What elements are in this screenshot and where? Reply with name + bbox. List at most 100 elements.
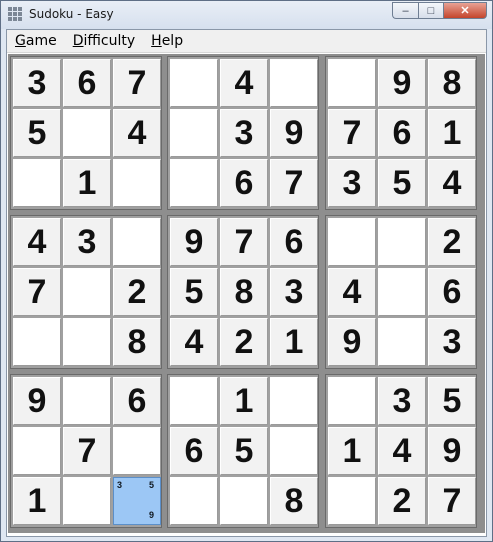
cell-r7c9[interactable]: 5: [428, 377, 476, 425]
cell-r8c4[interactable]: 6: [170, 427, 218, 475]
cell-r2c9[interactable]: 1: [428, 109, 476, 157]
cell-r9c9[interactable]: 7: [428, 477, 476, 525]
cell-r1c6[interactable]: [270, 59, 318, 107]
cell-value: 7: [127, 63, 147, 102]
cell-r6c7[interactable]: 9: [328, 318, 376, 366]
cell-value: 9: [284, 113, 304, 152]
cell-r8c5[interactable]: 5: [220, 427, 268, 475]
cell-r9c5[interactable]: [220, 477, 268, 525]
cell-r4c8[interactable]: [378, 218, 426, 266]
cell-r2c6[interactable]: 9: [270, 109, 318, 157]
cell-value: 1: [234, 381, 254, 420]
cell-r2c3[interactable]: 4: [113, 109, 161, 157]
cell-r4c4[interactable]: 9: [170, 218, 218, 266]
cell-r2c2[interactable]: [63, 109, 111, 157]
menu-difficulty[interactable]: Difficulty: [65, 30, 143, 52]
cell-r9c3[interactable]: 3 5 9: [113, 477, 161, 525]
cell-r6c2[interactable]: [63, 318, 111, 366]
cell-r2c5[interactable]: 3: [220, 109, 268, 157]
cell-r2c4[interactable]: [170, 109, 218, 157]
cell-r4c7[interactable]: [328, 218, 376, 266]
cell-r5c4[interactable]: 5: [170, 268, 218, 316]
cell-r1c2[interactable]: 6: [63, 59, 111, 107]
cell-r6c6[interactable]: 1: [270, 318, 318, 366]
pencil-mark: 9: [149, 510, 155, 520]
cell-r8c1[interactable]: [13, 427, 61, 475]
cell-r8c8[interactable]: 4: [378, 427, 426, 475]
cell-r4c9[interactable]: 2: [428, 218, 476, 266]
minimize-button[interactable]: –: [392, 2, 418, 19]
close-button[interactable]: ✕: [443, 2, 487, 19]
sudoku-box-1: 367 5 41: [10, 56, 162, 210]
cell-r9c2[interactable]: [63, 477, 111, 525]
cell-r1c8[interactable]: 9: [378, 59, 426, 107]
cell-value: 7: [234, 222, 254, 261]
cell-r4c1[interactable]: 4: [13, 218, 61, 266]
cell-r3c6[interactable]: 7: [270, 159, 318, 207]
cell-r7c6[interactable]: [270, 377, 318, 425]
sudoku-grid-icon[interactable]: [8, 7, 22, 21]
cell-r7c3[interactable]: 6: [113, 377, 161, 425]
cell-r1c5[interactable]: 4: [220, 59, 268, 107]
cell-r7c7[interactable]: [328, 377, 376, 425]
cell-r1c7[interactable]: [328, 59, 376, 107]
cell-r9c7[interactable]: [328, 477, 376, 525]
cell-r1c9[interactable]: 8: [428, 59, 476, 107]
cell-r2c1[interactable]: 5: [13, 109, 61, 157]
cell-r5c6[interactable]: 3: [270, 268, 318, 316]
cell-r4c6[interactable]: 6: [270, 218, 318, 266]
cell-r4c5[interactable]: 7: [220, 218, 268, 266]
menu-game[interactable]: Game: [7, 30, 65, 52]
cell-r8c9[interactable]: 9: [428, 427, 476, 475]
cell-r5c5[interactable]: 8: [220, 268, 268, 316]
cell-r3c9[interactable]: 4: [428, 159, 476, 207]
cell-r3c2[interactable]: 1: [63, 159, 111, 207]
cell-r8c3[interactable]: [113, 427, 161, 475]
cell-r5c7[interactable]: 4: [328, 268, 376, 316]
maximize-icon: □: [427, 4, 435, 17]
cell-r2c8[interactable]: 6: [378, 109, 426, 157]
cell-r6c8[interactable]: [378, 318, 426, 366]
cell-r6c1[interactable]: [13, 318, 61, 366]
cell-r1c4[interactable]: [170, 59, 218, 107]
cell-r1c1[interactable]: 3: [13, 59, 61, 107]
cell-r7c1[interactable]: 9: [13, 377, 61, 425]
cell-r9c1[interactable]: 1: [13, 477, 61, 525]
cell-r3c5[interactable]: 6: [220, 159, 268, 207]
cell-r3c3[interactable]: [113, 159, 161, 207]
cell-r2c7[interactable]: 7: [328, 109, 376, 157]
cell-r5c1[interactable]: 7: [13, 268, 61, 316]
cell-r5c3[interactable]: 2: [113, 268, 161, 316]
cell-r4c2[interactable]: 3: [63, 218, 111, 266]
cell-r8c2[interactable]: 7: [63, 427, 111, 475]
cell-r1c3[interactable]: 7: [113, 59, 161, 107]
cell-r7c8[interactable]: 3: [378, 377, 426, 425]
cell-r9c4[interactable]: [170, 477, 218, 525]
cell-r6c9[interactable]: 3: [428, 318, 476, 366]
cell-r3c1[interactable]: [13, 159, 61, 207]
cell-value: 7: [27, 272, 47, 311]
cell-r8c7[interactable]: 1: [328, 427, 376, 475]
cell-r7c2[interactable]: [63, 377, 111, 425]
cell-r3c8[interactable]: 5: [378, 159, 426, 207]
cell-r9c8[interactable]: 2: [378, 477, 426, 525]
cell-r7c4[interactable]: [170, 377, 218, 425]
cell-r7c5[interactable]: 1: [220, 377, 268, 425]
cell-r3c4[interactable]: [170, 159, 218, 207]
cell-r4c3[interactable]: [113, 218, 161, 266]
cell-r6c3[interactable]: 8: [113, 318, 161, 366]
sudoku-box-8: 1658: [167, 374, 319, 528]
cell-r9c6[interactable]: 8: [270, 477, 318, 525]
maximize-button[interactable]: □: [418, 2, 443, 19]
cell-value: 1: [342, 431, 362, 470]
cell-value: 5: [442, 381, 462, 420]
cell-r3c7[interactable]: 3: [328, 159, 376, 207]
cell-r5c9[interactable]: 6: [428, 268, 476, 316]
menu-help[interactable]: Help: [143, 30, 191, 52]
cell-r5c8[interactable]: [378, 268, 426, 316]
cell-r5c2[interactable]: [63, 268, 111, 316]
cell-r6c5[interactable]: 2: [220, 318, 268, 366]
cell-r6c4[interactable]: 4: [170, 318, 218, 366]
title-bar[interactable]: Sudoku - Easy – □ ✕: [1, 1, 492, 29]
cell-r8c6[interactable]: [270, 427, 318, 475]
